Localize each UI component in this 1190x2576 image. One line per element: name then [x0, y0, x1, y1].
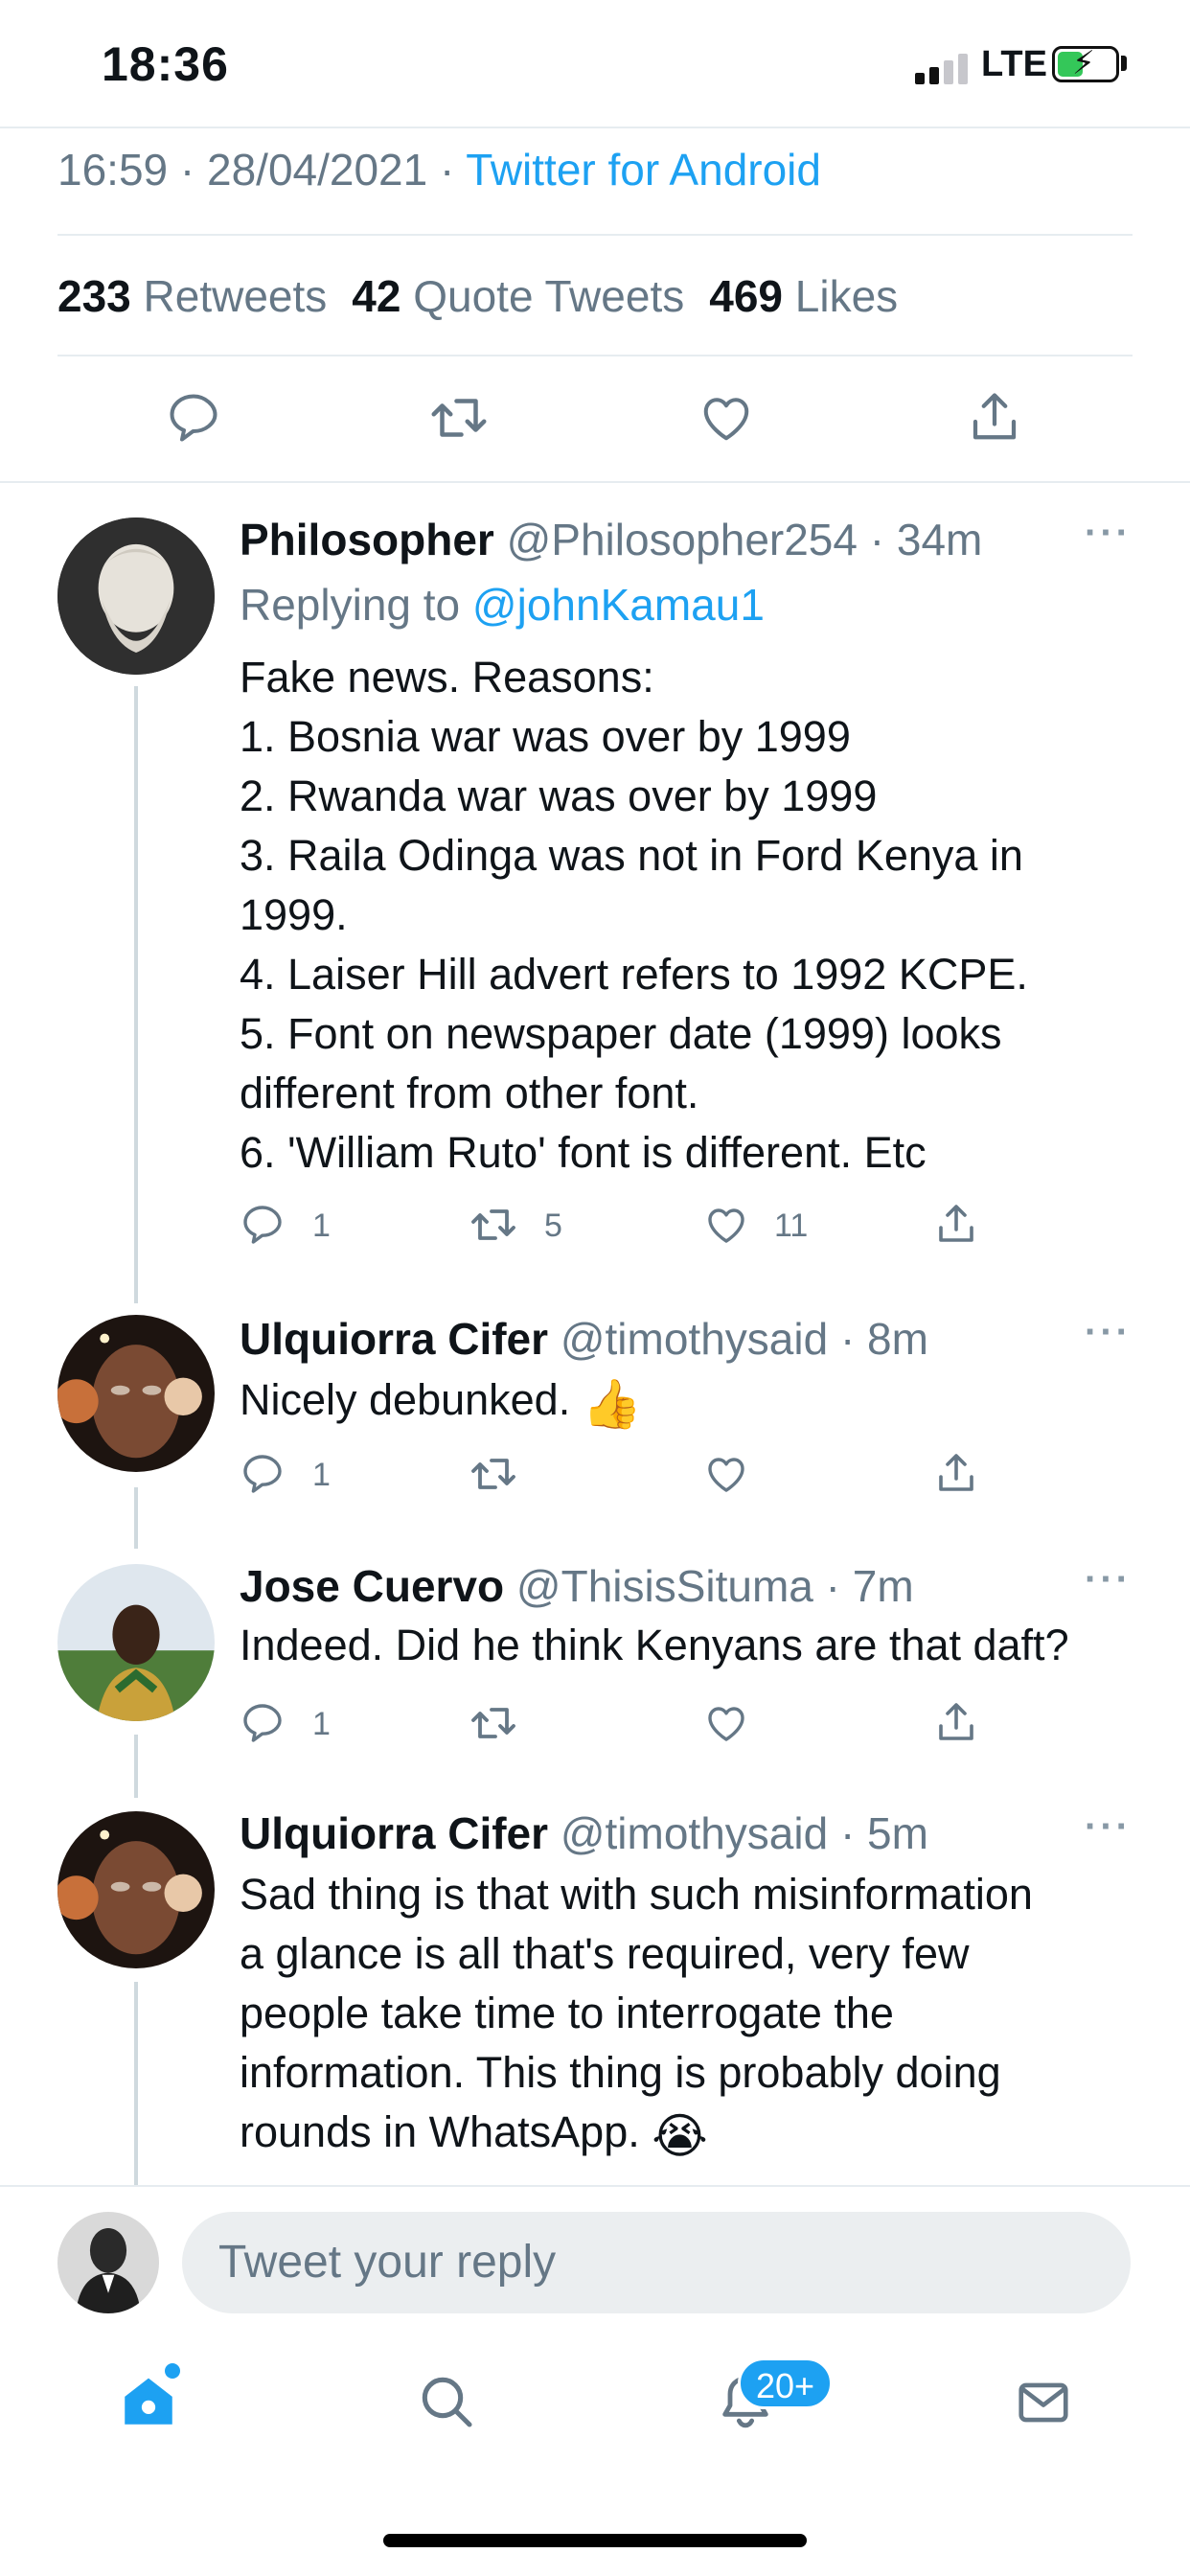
- search-icon[interactable]: [416, 2371, 477, 2432]
- likes-stat[interactable]: 469 Likes: [709, 271, 898, 321]
- thread-line: [134, 1487, 138, 1549]
- actions-divider: [0, 481, 1190, 483]
- reply-text: Sad thing is that with such misinformati…: [240, 1870, 1033, 2163]
- header-divider: [0, 126, 1190, 128]
- retweets-stat[interactable]: 233 Retweets: [57, 271, 327, 321]
- more-options-icon[interactable]: ···: [1085, 1806, 1132, 1849]
- share-icon[interactable]: [933, 1449, 979, 1497]
- notifications-badge: 20+: [738, 2358, 834, 2409]
- author-handle: @timothysaid · 5m: [560, 1808, 928, 1858]
- author-name[interactable]: Jose Cuervo: [240, 1561, 504, 1611]
- author-handle: @Philosopher254 · 34m: [506, 515, 983, 564]
- messages-icon[interactable]: [1012, 2373, 1075, 2432]
- tweet-timestamp: 16:59 · 28/04/2021 ·: [57, 145, 467, 195]
- stats-divider: [57, 355, 1133, 356]
- share-icon[interactable]: [933, 1200, 979, 1248]
- reply-count: 1: [312, 1208, 331, 1244]
- reply-header: Ulquiorra Cifer @timothysaid · 8m: [240, 1313, 928, 1365]
- reply-header: Jose Cuervo @ThisisSituma · 7m: [240, 1560, 914, 1612]
- battery-cap: [1121, 56, 1127, 71]
- author-name[interactable]: Philosopher: [240, 515, 494, 564]
- more-options-icon[interactable]: ···: [1085, 1311, 1132, 1354]
- home-indicator[interactable]: [383, 2534, 807, 2547]
- thread-line: [134, 686, 138, 1303]
- reply-text: Fake news. Reasons: 1. Bosnia war was ov…: [240, 653, 1028, 1177]
- status-bar: 18:36 LTE ⚡: [0, 0, 1190, 126]
- reply-actions: 1 5 11: [240, 1200, 1006, 1257]
- reply-icon[interactable]: [240, 1202, 286, 1248]
- tweet-meta: 16:59 · 28/04/2021 · Twitter for Android: [57, 144, 821, 196]
- reply-input[interactable]: Tweet your reply: [182, 2212, 1131, 2313]
- more-options-icon[interactable]: ···: [1085, 512, 1132, 555]
- status-time: 18:36: [102, 37, 229, 91]
- tweet-source-link[interactable]: Twitter for Android: [466, 145, 821, 195]
- author-handle: @timothysaid · 8m: [560, 1314, 928, 1364]
- retweet-icon[interactable]: [427, 389, 491, 447]
- reply-actions: 1: [240, 1449, 1006, 1506]
- like-icon[interactable]: [703, 1202, 749, 1248]
- reply-count: 1: [312, 1706, 331, 1742]
- reply-text: Nicely debunked. 👍: [240, 1375, 642, 1431]
- quote-tweets-stat[interactable]: 42 Quote Tweets: [352, 271, 684, 321]
- reply-text: Indeed. Did he think Kenyans are that da…: [240, 1621, 1069, 1669]
- avatar[interactable]: [57, 518, 215, 675]
- author-name[interactable]: Ulquiorra Cifer: [240, 1314, 548, 1364]
- retweet-count: 5: [544, 1208, 562, 1244]
- retweet-icon[interactable]: [468, 1451, 519, 1497]
- more-options-icon[interactable]: ···: [1085, 1558, 1132, 1601]
- reply-header: Ulquiorra Cifer @timothysaid · 5m: [240, 1807, 928, 1859]
- meta-divider: [57, 234, 1133, 236]
- battery-icon: ⚡: [1052, 45, 1119, 82]
- new-tweets-dot: [165, 2363, 180, 2379]
- like-count: 11: [774, 1208, 809, 1244]
- reply-actions: 1: [240, 1698, 1006, 1756]
- thumbs-up-emoji: 👍: [582, 1377, 642, 1431]
- retweet-icon[interactable]: [468, 1700, 519, 1746]
- mention-link[interactable]: @johnKamau1: [472, 580, 765, 630]
- tweet-actions: [0, 383, 1190, 460]
- share-icon[interactable]: [966, 387, 1023, 447]
- thread-line: [134, 1982, 138, 2185]
- thread-line: [134, 1735, 138, 1798]
- like-icon[interactable]: [703, 1700, 749, 1746]
- reply-icon[interactable]: [165, 389, 222, 447]
- like-icon[interactable]: [698, 389, 755, 447]
- author-name[interactable]: Ulquiorra Cifer: [240, 1808, 548, 1858]
- network-type: LTE: [981, 44, 1047, 84]
- retweet-icon[interactable]: [468, 1202, 519, 1248]
- reply-icon[interactable]: [240, 1700, 286, 1746]
- reply-header: Philosopher @Philosopher254 · 34m: [240, 514, 982, 565]
- like-icon[interactable]: [703, 1451, 749, 1497]
- composer-divider: [0, 2185, 1190, 2187]
- crying-emoji: 😭: [652, 2109, 708, 2163]
- share-icon[interactable]: [933, 1698, 979, 1746]
- cellular-signal-icon: [915, 54, 969, 84]
- author-handle: @ThisisSituma · 7m: [515, 1561, 914, 1611]
- reply-icon[interactable]: [240, 1451, 286, 1497]
- avatar[interactable]: [57, 1811, 215, 1968]
- replying-to: Replying to @johnKamau1: [240, 580, 765, 630]
- my-avatar[interactable]: [57, 2212, 159, 2313]
- avatar[interactable]: [57, 1315, 215, 1472]
- reply-count: 1: [312, 1457, 331, 1493]
- avatar[interactable]: [57, 1564, 215, 1721]
- tab-bar: [0, 2338, 1190, 2472]
- tweet-stats: 233 Retweets 42 Quote Tweets 469 Likes: [57, 270, 898, 322]
